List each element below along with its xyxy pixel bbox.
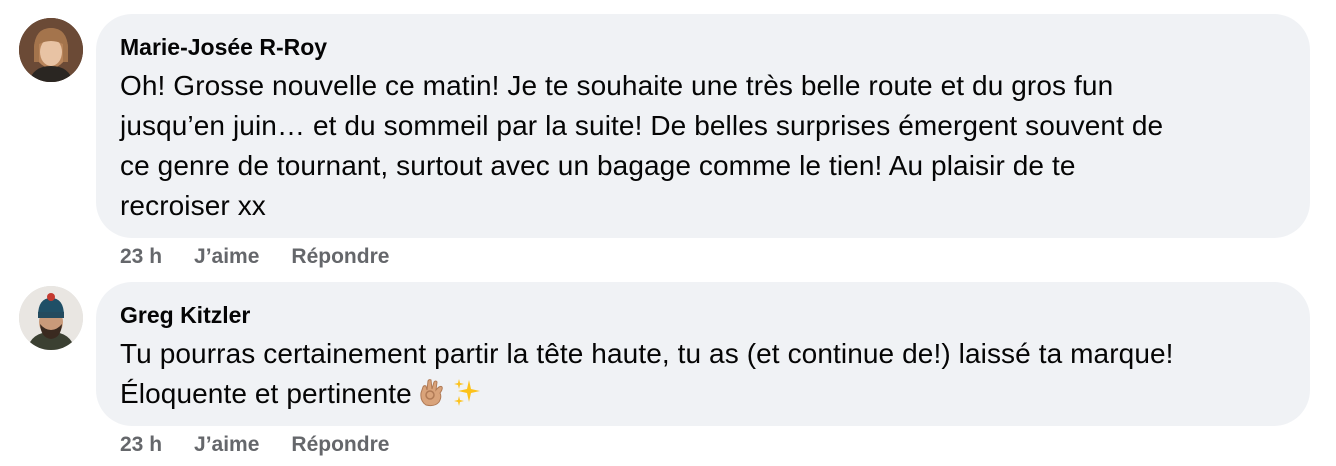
comment-text-line: Éloquente et pertinente: [120, 378, 412, 409]
reply-button[interactable]: Répondre: [291, 431, 389, 459]
comment-actions: 23 h J’aime Répondre: [120, 243, 389, 271]
avatar-photo-icon: [19, 286, 83, 350]
like-button[interactable]: J’aime: [194, 243, 259, 271]
comment-text: Oh! Grosse nouvelle ce matin! Je te souh…: [120, 66, 1286, 226]
avatar[interactable]: [19, 18, 83, 82]
comment-text-line: Oh! Grosse nouvelle ce matin! Je te souh…: [120, 70, 1114, 101]
comment-author[interactable]: Greg Kitzler: [120, 300, 1286, 330]
sparkles-emoji-icon: [452, 377, 482, 418]
comment-text-line-with-emoji: Éloquente et pertinente: [120, 374, 1286, 418]
comment-timestamp[interactable]: 23 h: [120, 431, 162, 459]
avatar-photo-icon: [19, 18, 83, 82]
avatar[interactable]: [19, 286, 83, 350]
reply-button[interactable]: Répondre: [291, 243, 389, 271]
comment-actions: 23 h J’aime Répondre: [120, 431, 389, 459]
comment-bubble: Marie-Josée R-Roy Oh! Grosse nouvelle ce…: [96, 14, 1310, 238]
comment-author[interactable]: Marie-Josée R-Roy: [120, 32, 1286, 62]
comment-text-line: recroiser xx: [120, 190, 266, 221]
comment-text: Tu pourras certainement partir la tête h…: [120, 334, 1286, 418]
comment-text-line: Tu pourras certainement partir la tête h…: [120, 338, 1174, 369]
comment-timestamp[interactable]: 23 h: [120, 243, 162, 271]
comment-text-line: jusqu’en juin… et du sommeil par la suit…: [120, 110, 1164, 141]
like-button[interactable]: J’aime: [194, 431, 259, 459]
comment-text-line: ce genre de tournant, surtout avec un ba…: [120, 150, 1076, 181]
ok-hand-emoji-icon: [418, 377, 446, 418]
comment-bubble: Greg Kitzler Tu pourras certainement par…: [96, 282, 1310, 426]
